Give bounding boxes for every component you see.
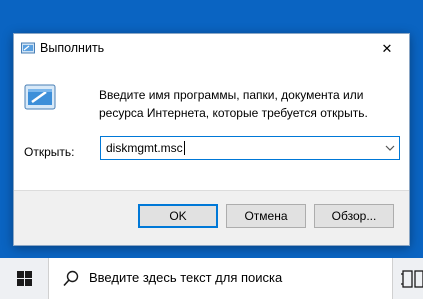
run-dialog: Выполнить ✕ Введите имя программы, папки… (13, 33, 410, 246)
taskbar: Введите здесь текст для поиска (0, 258, 423, 299)
close-icon: ✕ (381, 41, 393, 56)
windows-logo-icon (17, 271, 32, 286)
dialog-description: Введите имя программы, папки, документа … (99, 88, 368, 120)
taskbar-search-box[interactable]: Введите здесь текст для поиска (48, 258, 393, 299)
task-view-icon[interactable] (401, 269, 423, 289)
browse-button[interactable]: Обзор... (314, 204, 394, 228)
ok-button[interactable]: OK (138, 204, 218, 228)
cancel-button[interactable]: Отмена (226, 204, 306, 228)
dialog-title: Выполнить (40, 41, 105, 55)
search-placeholder: Введите здесь текст для поиска (89, 270, 283, 285)
dialog-titlebar[interactable]: Выполнить ✕ (14, 34, 409, 64)
search-icon (63, 270, 79, 287)
dialog-body: Введите имя программы, папки, документа … (14, 64, 409, 192)
start-button[interactable] (0, 258, 48, 299)
dialog-footer: OK Отмена Обзор... (14, 190, 409, 245)
chevron-down-icon[interactable] (384, 142, 396, 154)
close-button[interactable]: ✕ (365, 34, 409, 64)
run-icon (21, 42, 35, 54)
open-label: Открыть: (24, 145, 75, 159)
open-combobox[interactable]: diskmgmt.msc (100, 136, 400, 160)
open-input[interactable]: diskmgmt.msc (106, 141, 185, 155)
run-icon (24, 84, 56, 110)
